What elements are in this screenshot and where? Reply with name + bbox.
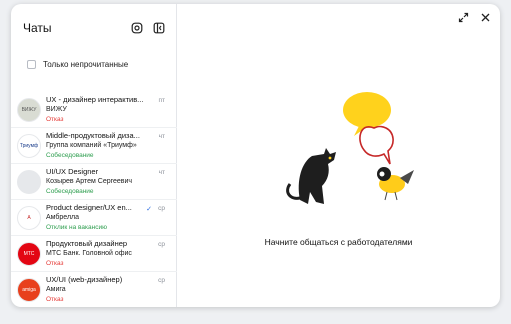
status-badge: Отказ — [46, 116, 64, 123]
chat-item-body: UX - дизайнер интерактив... ВИЖУ Отказ — [46, 95, 154, 127]
status-badge: Собеседование — [46, 152, 94, 159]
chat-window: Чаты Только непрочитанные ВИЖУ UX - диза… — [11, 4, 500, 307]
status-badge: Отказ — [46, 260, 64, 267]
chat-item-body: Middle-продуктовый диза... Группа компан… — [46, 131, 154, 163]
chat-date: чт — [158, 133, 165, 140]
company-name: ВИЖУ — [46, 106, 67, 113]
collapse-sidebar-icon[interactable] — [152, 21, 166, 35]
settings-icon[interactable] — [130, 21, 144, 35]
chat-list-item[interactable]: UI/UX Designer Козырев Артем Сергеевич С… — [11, 164, 177, 200]
company-name: МТС Банк. Головной офис — [46, 250, 132, 257]
unread-checkbox[interactable] — [27, 59, 36, 69]
vacancy-title: Продуктовый дизайнер — [46, 239, 128, 248]
window-controls — [456, 10, 492, 24]
chat-list-header: Чаты — [11, 4, 176, 48]
chat-item-body: UX/UI (web-дизайнер) Амига Отказ — [46, 275, 154, 307]
cat-and-bird-illustration — [286, 92, 414, 204]
company-logo: Триумф — [17, 134, 41, 158]
status-badge: Собеседование — [46, 188, 94, 195]
vacancy-title: UX - дизайнер интерактив... — [46, 95, 144, 104]
chat-list-item[interactable]: ВИЖУ UX - дизайнер интерактив... ВИЖУ От… — [11, 92, 177, 128]
page-title: Чаты — [23, 21, 52, 35]
chat-date: ср — [158, 277, 165, 284]
company-logo: ВИЖУ — [17, 98, 41, 122]
chat-list-item[interactable]: A Product designer/UX en... Амбрелла Отк… — [11, 200, 177, 236]
chat-item-body: Продуктовый дизайнер МТС Банк. Головной … — [46, 239, 154, 271]
chat-list: ВИЖУ UX - дизайнер интерактив... ВИЖУ От… — [11, 92, 177, 307]
vacancy-title: Product designer/UX en... — [46, 203, 132, 212]
empty-state-text: Начните общаться с работодателями — [264, 237, 413, 247]
expand-icon[interactable] — [456, 10, 470, 24]
company-logo: amiga — [17, 278, 41, 302]
vacancy-title: UI/UX Designer — [46, 167, 99, 176]
read-check-icon: ✓ — [146, 206, 152, 213]
close-icon[interactable] — [478, 10, 492, 24]
company-logo: A — [17, 206, 41, 230]
chat-date: чт — [158, 169, 165, 176]
company-name: Амига — [46, 286, 66, 293]
chat-list-item[interactable]: Триумф Middle-продуктовый диза... Группа… — [11, 128, 177, 164]
company-logo — [17, 170, 41, 194]
unread-filter-label: Только непрочитанные — [43, 59, 129, 69]
company-name: Козырев Артем Сергеевич — [46, 178, 133, 185]
chat-list-item[interactable]: amiga UX/UI (web-дизайнер) Амига Отказ с… — [11, 272, 177, 307]
chat-item-body: Product designer/UX en... Амбрелла Откли… — [46, 203, 154, 235]
vacancy-title: Middle-продуктовый диза... — [46, 131, 140, 140]
chat-item-body: UI/UX Designer Козырев Артем Сергеевич С… — [46, 167, 154, 199]
vacancy-title: UX/UI (web-дизайнер) — [46, 275, 123, 284]
chat-date: ср — [158, 205, 165, 212]
company-name: Группа компаний «Триумф» — [46, 142, 137, 149]
chat-empty-panel: Начните общаться с работодателями — [177, 4, 500, 307]
unread-filter[interactable]: Только непрочитанные — [11, 52, 176, 76]
status-badge: Отказ — [46, 296, 64, 303]
company-name: Амбрелла — [46, 214, 80, 221]
status-badge: Отклик на вакансию — [46, 224, 107, 231]
chat-date: ср — [158, 241, 165, 248]
company-logo: МТС — [17, 242, 41, 266]
chat-date: пт — [158, 97, 166, 104]
chat-list-item[interactable]: МТС Продуктовый дизайнер МТС Банк. Голов… — [11, 236, 177, 272]
chat-list-panel: Чаты Только непрочитанные ВИЖУ UX - диза… — [11, 4, 177, 307]
